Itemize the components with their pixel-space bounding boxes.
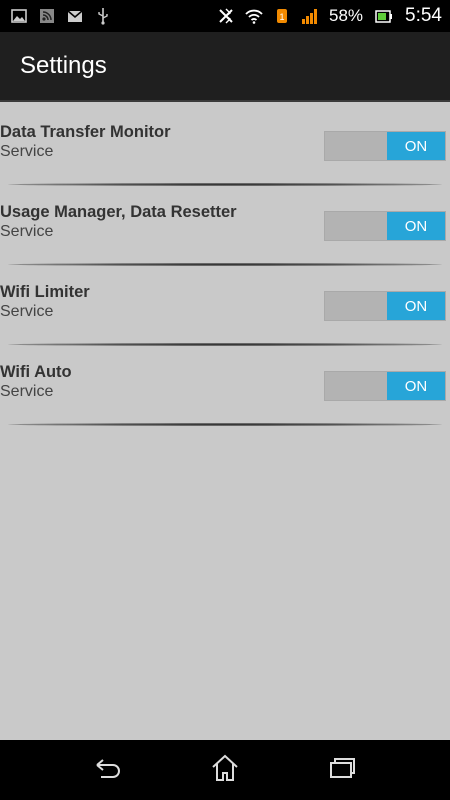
news-feed-icon <box>38 7 56 25</box>
gmail-icon <box>66 7 84 25</box>
usb-icon <box>94 7 112 25</box>
back-icon <box>93 753 123 788</box>
back-button[interactable] <box>88 750 128 790</box>
setting-subtitle: Service <box>0 383 54 400</box>
divider <box>8 423 442 426</box>
setting-subtitle: Service <box>0 303 54 320</box>
battery-percent: 58% <box>328 6 364 25</box>
setting-title: Wifi Auto <box>0 363 72 381</box>
toggle-switch[interactable]: ON <box>324 291 446 321</box>
toggle-on-label: ON <box>387 372 445 400</box>
screen: 1 58% 5:54 Settings Data Transfer Monito… <box>0 0 450 800</box>
toggle-on-label: ON <box>387 292 445 320</box>
status-left-icons <box>10 7 112 25</box>
setting-row-wifi-auto: Wifi Auto Service ON <box>0 344 450 426</box>
nfc-icon <box>217 7 235 25</box>
status-right-icons: 1 58% 5:54 <box>217 5 442 27</box>
gallery-icon <box>10 7 28 25</box>
toggle-on-label: ON <box>387 132 445 160</box>
signal-icon <box>301 7 319 25</box>
setting-row-wifi-limiter: Wifi Limiter Service ON <box>0 264 450 346</box>
page-title: Settings <box>20 52 107 79</box>
setting-title: Usage Manager, Data Resetter <box>0 203 237 221</box>
status-bar: 1 58% 5:54 <box>0 0 450 32</box>
home-icon <box>210 753 240 788</box>
toggle-switch[interactable]: ON <box>324 131 446 161</box>
toggle-switch[interactable]: ON <box>324 371 446 401</box>
recent-apps-button[interactable] <box>322 750 362 790</box>
battery-icon <box>375 7 393 25</box>
setting-subtitle: Service <box>0 223 54 240</box>
recent-apps-icon <box>327 753 357 788</box>
settings-list: Data Transfer Monitor Service ON Usage M… <box>0 104 450 740</box>
setting-row-data-transfer-monitor: Data Transfer Monitor Service ON <box>0 104 450 186</box>
toggle-on-label: ON <box>387 212 445 240</box>
action-bar: Settings <box>0 32 450 102</box>
setting-title: Data Transfer Monitor <box>0 123 171 141</box>
setting-subtitle: Service <box>0 143 54 160</box>
notification-1-icon: 1 <box>273 7 291 25</box>
setting-row-usage-manager: Usage Manager, Data Resetter Service ON <box>0 184 450 266</box>
clock: 5:54 <box>405 5 442 26</box>
svg-text:1: 1 <box>279 12 284 22</box>
home-button[interactable] <box>205 750 245 790</box>
nav-bar <box>0 740 450 800</box>
wifi-icon <box>245 7 263 25</box>
setting-title: Wifi Limiter <box>0 283 90 301</box>
toggle-switch[interactable]: ON <box>324 211 446 241</box>
